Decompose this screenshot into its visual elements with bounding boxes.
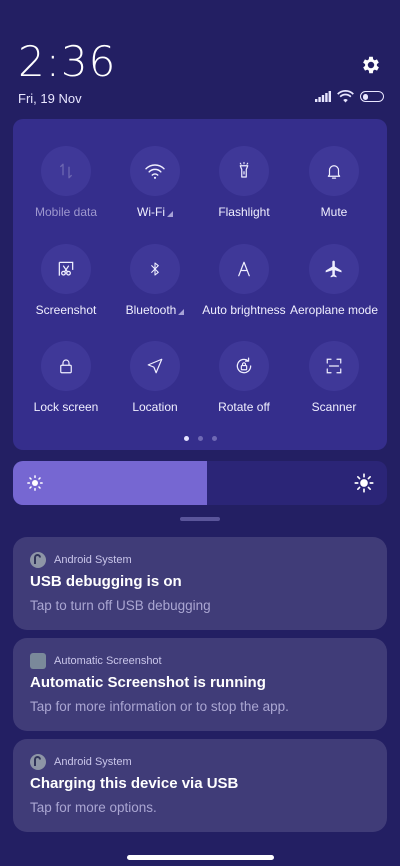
- scanner-icon: [326, 358, 342, 374]
- clock: 2:36: [18, 37, 117, 86]
- page-dot[interactable]: [197, 436, 203, 441]
- notification-header: Android System: [30, 552, 132, 568]
- tile-label: Lock screen: [33, 400, 99, 414]
- notification-body: Tap for more information or to stop the …: [30, 699, 289, 714]
- tile-rotate-off[interactable]: Rotate off: [198, 341, 290, 414]
- tile-label: Rotate off: [218, 400, 270, 414]
- battery-level-fill: [362, 93, 369, 100]
- tile-screenshot-button[interactable]: [41, 244, 91, 294]
- auto-brightness-icon: [238, 261, 250, 277]
- tile-lock-screen[interactable]: Lock screen: [20, 341, 112, 414]
- tile-mute-button[interactable]: [309, 146, 359, 196]
- tile-flashlight-button[interactable]: [219, 146, 269, 196]
- page-indicator: [13, 436, 387, 441]
- expand-triangle-icon: [166, 210, 173, 217]
- drag-handle[interactable]: [180, 517, 220, 521]
- mobile-data-icon: [60, 163, 72, 179]
- status-icons: [315, 90, 384, 103]
- bell-icon: [327, 165, 341, 179]
- location-arrow-icon: [147, 358, 163, 374]
- android-system-icon: [30, 754, 46, 770]
- notification-header: Automatic Screenshot: [30, 653, 162, 669]
- tile-mobile-data-button[interactable]: [41, 146, 91, 196]
- scissors-icon: [58, 261, 74, 276]
- tile-wifi[interactable]: Wi-Fi: [109, 146, 201, 219]
- tile-aeroplane-mode-button[interactable]: [309, 244, 359, 294]
- home-indicator[interactable]: [127, 855, 274, 860]
- tile-wifi-button[interactable]: [130, 146, 180, 196]
- tile-screenshot[interactable]: Screenshot: [20, 244, 112, 317]
- lock-icon: [60, 359, 72, 374]
- page-dot[interactable]: [211, 436, 217, 441]
- quick-settings-panel: Mobile data Wi-Fi Flashlight Mute Screen…: [13, 119, 387, 450]
- tile-flashlight[interactable]: Flashlight: [198, 146, 290, 219]
- tile-mobile-data[interactable]: Mobile data: [20, 146, 112, 219]
- airplane-icon: [325, 260, 342, 278]
- notification-card[interactable]: Android System USB debugging is on Tap t…: [13, 537, 387, 630]
- tile-scanner-button[interactable]: [309, 341, 359, 391]
- flashlight-icon: [239, 161, 249, 178]
- tile-label: Location: [132, 400, 178, 414]
- page-dot[interactable]: [183, 436, 189, 441]
- tile-label: Bluetooth: [125, 303, 177, 317]
- rotate-lock-icon: [236, 357, 252, 374]
- brightness-low-icon: [27, 475, 43, 491]
- tile-bluetooth-button[interactable]: [130, 244, 180, 294]
- notification-card[interactable]: Android System Charging this device via …: [13, 739, 387, 832]
- tile-label: Mobile data: [34, 205, 98, 219]
- tile-aeroplane-mode[interactable]: Aeroplane mode: [288, 244, 380, 317]
- notification-title: USB debugging is on: [30, 573, 182, 590]
- tile-label: Screenshot: [35, 303, 97, 317]
- notification-card[interactable]: Automatic Screenshot Automatic Screensho…: [13, 638, 387, 731]
- tile-label: Scanner: [311, 400, 357, 414]
- tile-auto-brightness[interactable]: Auto brightness: [198, 244, 290, 317]
- tile-label: Auto brightness: [202, 303, 286, 317]
- wifi-icon: [145, 164, 165, 179]
- tile-bluetooth[interactable]: Bluetooth: [109, 244, 201, 317]
- notification-body: Tap for more options.: [30, 800, 157, 815]
- automatic-screenshot-icon: [30, 653, 46, 669]
- notification-body: Tap to turn off USB debugging: [30, 598, 211, 613]
- gear-icon[interactable]: [360, 54, 382, 76]
- android-system-icon: [30, 552, 46, 568]
- notification-app-name: Android System: [54, 554, 132, 566]
- tile-label: Mute: [320, 205, 348, 219]
- tile-label: Aeroplane mode: [289, 303, 379, 317]
- tile-scanner[interactable]: Scanner: [288, 341, 380, 414]
- expand-triangle-icon: [178, 308, 185, 315]
- notification-app-name: Android System: [54, 756, 132, 768]
- tile-location-button[interactable]: [130, 341, 180, 391]
- tile-mute[interactable]: Mute: [288, 146, 380, 219]
- signal-icon: [315, 91, 331, 102]
- notification-title: Automatic Screenshot is running: [30, 674, 266, 691]
- wifi-status-icon: [337, 90, 354, 103]
- tile-lock-screen-button[interactable]: [41, 341, 91, 391]
- tile-auto-brightness-button[interactable]: [219, 244, 269, 294]
- battery-icon: [360, 91, 384, 102]
- brightness-high-icon: [354, 473, 374, 493]
- bluetooth-icon: [151, 262, 159, 276]
- notification-app-name: Automatic Screenshot: [54, 655, 162, 667]
- tile-rotate-off-button[interactable]: [219, 341, 269, 391]
- tile-location[interactable]: Location: [109, 341, 201, 414]
- tile-label: Wi-Fi: [137, 205, 165, 219]
- notification-title: Charging this device via USB: [30, 775, 239, 792]
- date: Fri, 19 Nov: [18, 91, 82, 106]
- tile-label: Flashlight: [218, 205, 270, 219]
- notification-header: Android System: [30, 754, 132, 770]
- brightness-slider[interactable]: [13, 461, 387, 505]
